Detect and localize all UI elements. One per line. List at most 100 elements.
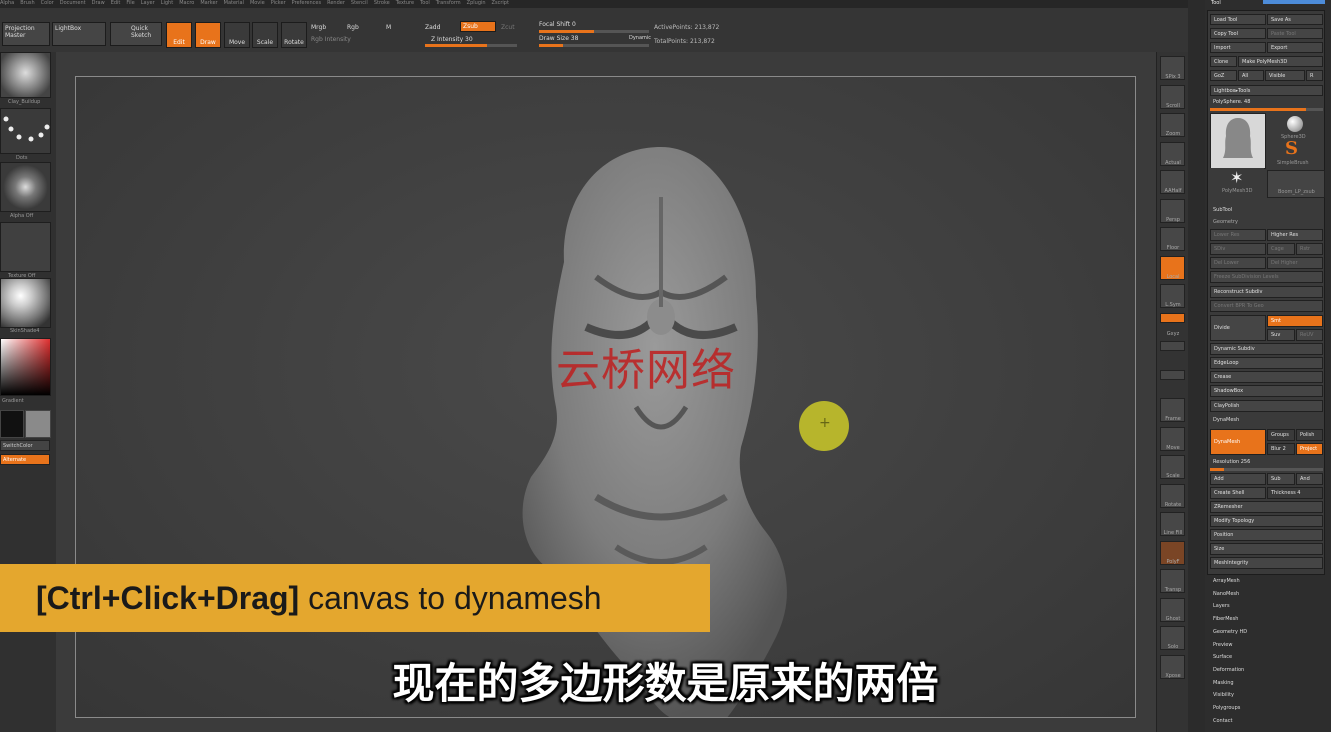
scale-button[interactable]: Scale <box>252 22 278 48</box>
zadd-button[interactable]: Zadd <box>425 24 440 31</box>
dynamesh-section[interactable]: DynaMesh <box>1213 417 1239 423</box>
draw-button[interactable]: Draw <box>195 22 221 48</box>
goz-button[interactable]: GoZ <box>1210 70 1237 81</box>
section-geometry-hd[interactable]: Geometry HD <box>1213 629 1247 635</box>
palette-scrollbar[interactable] <box>1263 0 1325 4</box>
menu-item-tool[interactable]: Tool <box>420 0 430 6</box>
menu-item-edit[interactable]: Edit <box>111 0 121 6</box>
brush-thumbnail[interactable] <box>0 52 51 98</box>
zremesher-section[interactable]: ZRemesher <box>1210 501 1323 513</box>
add-button[interactable]: Add <box>1210 473 1266 485</box>
menu-item-document[interactable]: Document <box>60 0 86 6</box>
sphere3d-icon[interactable] <box>1287 116 1303 132</box>
menu-item-stencil[interactable]: Stencil <box>351 0 368 6</box>
copy-tool-button[interactable]: Copy Tool <box>1210 28 1266 39</box>
dynamic-subdiv-section[interactable]: Dynamic Subdiv <box>1210 343 1323 355</box>
menu-item-file[interactable]: File <box>126 0 134 6</box>
subtool-section[interactable]: SubTool <box>1213 207 1232 213</box>
goz-visible-button[interactable]: Visible <box>1265 70 1305 81</box>
switch-color-button[interactable]: SwitchColor <box>0 440 50 451</box>
make-polymesh-button[interactable]: Make PolyMesh3D <box>1238 56 1323 67</box>
material-thumbnail[interactable] <box>0 278 51 328</box>
rgb-button[interactable]: Rgb <box>347 24 359 31</box>
section-preview[interactable]: Preview <box>1213 642 1232 648</box>
boom-lp-thumb[interactable]: Boom_LP_zsub <box>1267 170 1325 198</box>
edgeloop-section[interactable]: EdgeLoop <box>1210 357 1323 369</box>
claypolish-section[interactable]: ClayPolish <box>1210 400 1323 412</box>
current-tool-thumbnail[interactable] <box>1210 113 1266 169</box>
sdiv-slider[interactable]: SDiv <box>1210 243 1266 255</box>
menu-item-zplugin[interactable]: Zplugin <box>467 0 486 6</box>
geometry-section[interactable]: Geometry <box>1213 219 1238 225</box>
move-button[interactable]: Move <box>224 22 250 48</box>
alpha-thumbnail[interactable] <box>0 162 51 212</box>
goz-r-button[interactable]: R <box>1306 70 1323 81</box>
del-higher-button[interactable]: Del Higher <box>1267 257 1323 269</box>
stroke-thumbnail[interactable] <box>0 108 51 154</box>
menu-item-alpha[interactable]: Alpha <box>0 0 14 6</box>
menu-item-light[interactable]: Light <box>161 0 173 6</box>
z-intensity-slider[interactable]: Z Intensity 30 <box>431 36 473 43</box>
menu-item-movie[interactable]: Movie <box>250 0 265 6</box>
section-layers[interactable]: Layers <box>1213 603 1230 609</box>
menu-item-macro[interactable]: Macro <box>179 0 194 6</box>
save-as-button[interactable]: Save As <box>1267 14 1323 25</box>
menu-item-render[interactable]: Render <box>327 0 345 6</box>
clone-button[interactable]: Clone <box>1210 56 1237 67</box>
polish-toggle[interactable]: Polish <box>1296 429 1323 441</box>
quick-sketch-button[interactable]: Quick Sketch <box>110 22 162 46</box>
m-button[interactable]: M <box>386 24 391 31</box>
menu-item-color[interactable]: Color <box>41 0 54 6</box>
goz-all-button[interactable]: All <box>1238 70 1264 81</box>
menu-item-brush[interactable]: Brush <box>20 0 34 6</box>
menu-item-layer[interactable]: Layer <box>141 0 155 6</box>
import-button[interactable]: Import <box>1210 42 1266 53</box>
lightbox-button[interactable]: LightBox <box>52 22 106 46</box>
main-color-swatch[interactable] <box>0 410 24 438</box>
focal-shift-track[interactable] <box>539 30 649 33</box>
project-toggle[interactable]: Project <box>1296 443 1323 455</box>
load-tool-button[interactable]: Load Tool <box>1210 14 1266 25</box>
cage-button[interactable]: Cage <box>1267 243 1295 255</box>
menu-item-transform[interactable]: Transform <box>436 0 461 6</box>
dynamic-toggle[interactable]: Dynamic <box>629 35 651 41</box>
create-shell-button[interactable]: Create Shell <box>1210 487 1266 499</box>
section-arraymesh[interactable]: ArrayMesh <box>1213 578 1240 584</box>
focal-shift-slider[interactable]: Focal Shift 0 <box>539 21 576 28</box>
draw-size-slider[interactable]: Draw Size 38 <box>539 35 578 42</box>
size-section[interactable]: Size <box>1210 543 1323 555</box>
current-tool-track[interactable] <box>1210 108 1323 111</box>
menu-item-draw[interactable]: Draw <box>92 0 105 6</box>
mrgb-button[interactable]: Mrgb <box>311 24 326 31</box>
draw-size-track[interactable] <box>539 44 649 47</box>
edit-button[interactable]: Edit <box>166 22 192 48</box>
menu-item-preferences[interactable]: Preferences <box>292 0 321 6</box>
zcut-button[interactable]: Zcut <box>501 24 515 31</box>
dynamesh-button[interactable]: DynaMesh <box>1210 429 1266 455</box>
zsub-button[interactable]: Zsub <box>460 21 496 32</box>
reuv-toggle[interactable]: ReUV <box>1296 329 1323 341</box>
higher-res-button[interactable]: Higher Res <box>1267 229 1323 241</box>
z-intensity-track[interactable] <box>425 44 517 47</box>
shadowbox-section[interactable]: ShadowBox <box>1210 385 1323 397</box>
blur-slider[interactable]: Blur 2 <box>1267 443 1295 455</box>
shelf-button-gxyz[interactable] <box>1160 312 1185 323</box>
lightbox-tools-button[interactable]: Lightbox▸Tools <box>1210 85 1323 96</box>
polymesh3d-thumb[interactable]: ✶ PolyMesh3D <box>1210 168 1264 196</box>
current-tool-slider[interactable]: PolySphere. 48 <box>1210 97 1323 108</box>
menu-item-material[interactable]: Material <box>224 0 244 6</box>
paste-tool-button[interactable]: Paste Tool <box>1267 28 1323 39</box>
del-lower-button[interactable]: Del Lower <box>1210 257 1266 269</box>
alternate-button[interactable]: Alternate <box>0 454 50 465</box>
thickness-slider[interactable]: Thickness 4 <box>1267 487 1323 499</box>
shelf-button-axis-10[interactable] <box>1160 341 1185 351</box>
position-section[interactable]: Position <box>1210 529 1323 541</box>
secondary-color-swatch[interactable] <box>25 410 51 438</box>
reconstruct-subdiv-button[interactable]: Reconstruct Subdiv <box>1210 286 1323 298</box>
freeze-subdiv-button[interactable]: Freeze SubDivision Levels <box>1210 271 1323 283</box>
divide-button[interactable]: Divide <box>1210 315 1266 341</box>
groups-toggle[interactable]: Groups <box>1267 429 1295 441</box>
lower-res-button[interactable]: Lower Res <box>1210 229 1266 241</box>
menu-item-picker[interactable]: Picker <box>271 0 286 6</box>
menu-item-texture[interactable]: Texture <box>396 0 414 6</box>
